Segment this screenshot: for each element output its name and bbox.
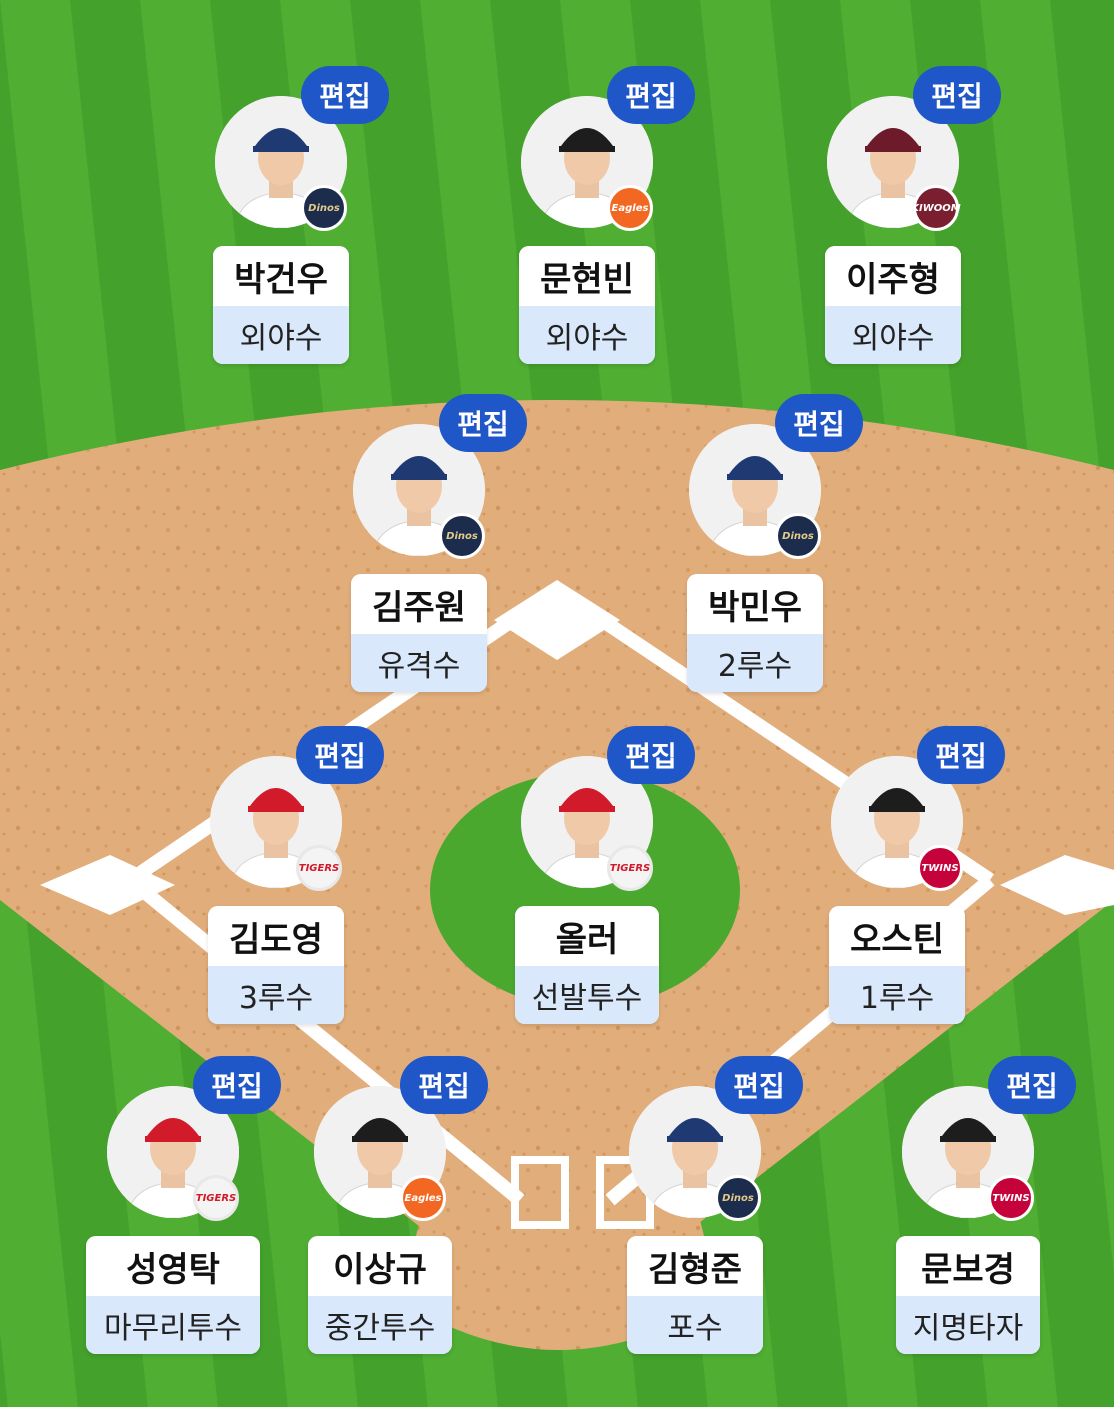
player-card[interactable]: 성영탁 마무리투수 [86,1236,260,1354]
player-card[interactable]: 이상규 중간투수 [308,1236,452,1354]
team-logo-text: Dinos [782,530,814,542]
edit-button[interactable]: 편집 [607,66,695,124]
lineup-field: 편집 Dinos 박건우 외야수 편집 Eagles 문현빈 외야수 편집 KI… [0,0,1114,1407]
team-logo-text: Eagles [404,1192,442,1204]
player-name: 올러 [515,906,659,966]
team-logo-text: Dinos [308,202,340,214]
team-logo-text: Eagles [611,202,649,214]
player-card[interactable]: 김도영 3루수 [208,906,344,1024]
team-logo-icon: TWINS [988,1175,1034,1221]
player-position: 마무리투수 [86,1296,260,1354]
team-logo-icon: Dinos [439,513,485,559]
player-card[interactable]: 이주형 외야수 [825,246,961,364]
player-card[interactable]: 박민우 2루수 [687,574,823,692]
team-logo-icon: TIGERS [607,845,653,891]
player-name: 박민우 [687,574,823,634]
team-logo-icon: Eagles [400,1175,446,1221]
player-name: 김주원 [351,574,487,634]
player-position: 3루수 [208,966,344,1024]
player-name: 이상규 [308,1236,452,1296]
player-position: 유격수 [351,634,487,692]
team-logo-icon: TIGERS [193,1175,239,1221]
player-position: 1루수 [829,966,965,1024]
team-logo-text: Dinos [446,530,478,542]
player-position: 지명타자 [896,1296,1040,1354]
player-position: 외야수 [519,306,655,364]
edit-button[interactable]: 편집 [193,1056,281,1114]
edit-button[interactable]: 편집 [301,66,389,124]
team-logo-icon: Eagles [607,185,653,231]
player-position: 외야수 [213,306,349,364]
player-card[interactable]: 오스틴 1루수 [829,906,965,1024]
edit-button[interactable]: 편집 [296,726,384,784]
team-logo-text: TIGERS [195,1192,237,1204]
player-card[interactable]: 올러 선발투수 [515,906,659,1024]
player-card[interactable]: 문현빈 외야수 [519,246,655,364]
player-name: 박건우 [213,246,349,306]
edit-button[interactable]: 편집 [988,1056,1076,1114]
player-name: 김형준 [627,1236,763,1296]
player-card[interactable]: 박건우 외야수 [213,246,349,364]
player-position: 중간투수 [308,1296,452,1354]
player-card[interactable]: 문보경 지명타자 [896,1236,1040,1354]
team-logo-icon: Dinos [775,513,821,559]
edit-button[interactable]: 편집 [607,726,695,784]
team-logo-icon: TIGERS [296,845,342,891]
player-position: 포수 [627,1296,763,1354]
team-logo-icon: Dinos [715,1175,761,1221]
edit-button[interactable]: 편집 [913,66,1001,124]
team-logo-icon: KIWOOM [911,185,961,231]
player-name: 문보경 [896,1236,1040,1296]
edit-button[interactable]: 편집 [439,394,527,452]
player-position: 2루수 [687,634,823,692]
edit-button[interactable]: 편집 [715,1056,803,1114]
player-position: 선발투수 [515,966,659,1024]
player-card[interactable]: 김주원 유격수 [351,574,487,692]
player-position: 외야수 [825,306,961,364]
team-logo-text: Dinos [722,1192,754,1204]
player-name: 문현빈 [519,246,655,306]
player-name: 김도영 [208,906,344,966]
edit-button[interactable]: 편집 [917,726,1005,784]
team-logo-icon: TWINS [917,845,963,891]
player-name: 오스틴 [829,906,965,966]
team-logo-text: KIWOOM [911,202,961,214]
team-logo-text: TWINS [921,862,959,874]
team-logo-icon: Dinos [301,185,347,231]
team-logo-text: TIGERS [609,862,651,874]
team-logo-text: TWINS [992,1192,1030,1204]
edit-button[interactable]: 편집 [400,1056,488,1114]
team-logo-text: TIGERS [298,862,340,874]
edit-button[interactable]: 편집 [775,394,863,452]
player-name: 이주형 [825,246,961,306]
player-name: 성영탁 [86,1236,260,1296]
player-card[interactable]: 김형준 포수 [627,1236,763,1354]
